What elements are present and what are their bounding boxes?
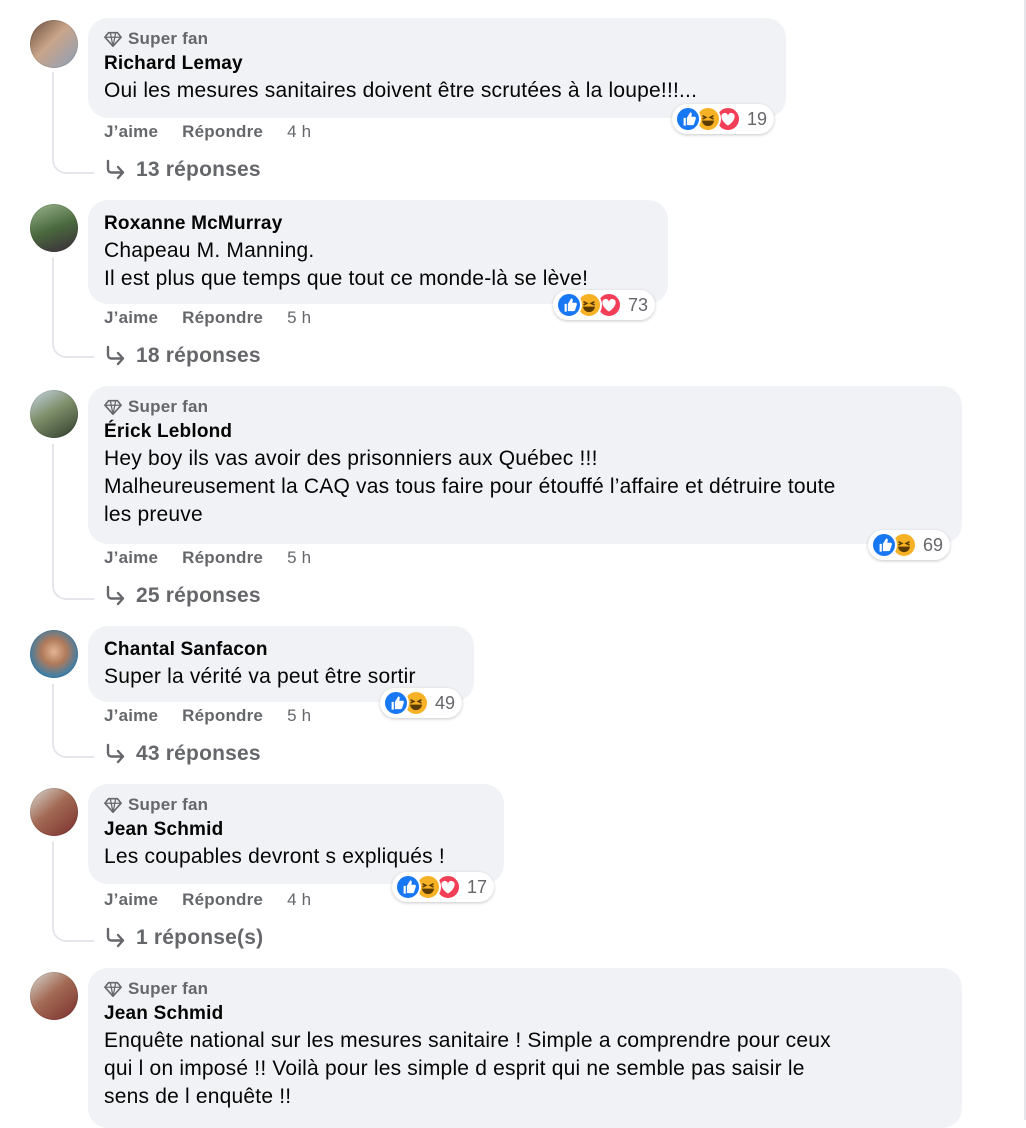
diamond-icon	[104, 981, 122, 998]
comment-time[interactable]: 5 h	[287, 706, 311, 726]
comment-text: Chapeau M. Manning. Il est plus que temp…	[104, 239, 589, 290]
reaction-summary[interactable]: 19	[672, 104, 775, 134]
comment-time[interactable]: 5 h	[287, 308, 311, 328]
like-reaction-icon	[395, 874, 421, 900]
comment-bubble: Roxanne McMurray Chapeau M. Manning. Il …	[88, 200, 668, 304]
replies-count: 1 réponse(s)	[136, 926, 264, 949]
comment-bubble: Super fan Jean Schmid Enquête national s…	[88, 968, 962, 1128]
reply-arrow-icon	[106, 585, 125, 606]
comment-actions: J’aime Répondre 5 h	[104, 706, 311, 726]
author-name[interactable]: Chantal Sanfacon	[104, 637, 458, 663]
avatar[interactable]	[30, 20, 78, 68]
comment-bubble: Super fan Érick Leblond Hey boy ils vas …	[88, 386, 962, 544]
like-reaction-icon	[871, 532, 897, 558]
reply-arrow-icon	[106, 159, 125, 180]
view-replies-link[interactable]: 18 réponses	[104, 344, 261, 368]
comment-text: Enquête national sur les mesures sanitai…	[104, 1029, 831, 1108]
avatar[interactable]	[30, 788, 78, 836]
view-replies-link[interactable]: 1 réponse(s)	[104, 926, 263, 950]
like-reaction-icon	[556, 292, 582, 318]
reaction-count: 69	[923, 534, 944, 555]
comment-bubble: Super fan Jean Schmid Les coupables devr…	[88, 784, 504, 884]
view-replies-link[interactable]: 13 réponses	[104, 158, 261, 182]
replies-count: 25 réponses	[136, 584, 261, 607]
super-fan-badge: Super fan	[104, 27, 770, 51]
comment-text: Super la vérité va peut être sortir	[104, 665, 416, 688]
reply-arrow-icon	[106, 345, 125, 366]
reaction-summary[interactable]: 49	[380, 688, 463, 718]
badge-label: Super fan	[128, 795, 209, 814]
reply-button[interactable]: Répondre	[182, 890, 263, 910]
reply-button[interactable]: Répondre	[182, 122, 263, 142]
avatar[interactable]	[30, 972, 78, 1020]
super-fan-badge: Super fan	[104, 793, 488, 817]
comment: Roxanne McMurray Chapeau M. Manning. Il …	[0, 200, 1020, 370]
badge-label: Super fan	[128, 29, 209, 48]
reaction-summary[interactable]: 69	[868, 530, 951, 560]
author-name[interactable]: Jean Schmid	[104, 1001, 946, 1027]
comment-actions: J’aime Répondre 4 h	[104, 122, 311, 142]
diamond-icon	[104, 399, 122, 416]
reaction-count: 17	[467, 876, 488, 897]
comment-time[interactable]: 5 h	[287, 548, 311, 568]
comment: Super fan Érick Leblond Hey boy ils vas …	[0, 386, 1020, 616]
comment: Super fan Jean Schmid Les coupables devr…	[0, 784, 1020, 954]
reply-button[interactable]: Répondre	[182, 548, 263, 568]
comment-text: Hey boy ils vas avoir des prisonniers au…	[104, 447, 836, 526]
replies-count: 18 réponses	[136, 344, 261, 367]
reply-button[interactable]: Répondre	[182, 706, 263, 726]
view-replies-link[interactable]: 25 réponses	[104, 584, 261, 608]
reply-button[interactable]: Répondre	[182, 308, 263, 328]
author-name[interactable]: Richard Lemay	[104, 51, 770, 77]
author-name[interactable]: Roxanne McMurray	[104, 211, 652, 237]
diamond-icon	[104, 797, 122, 814]
like-button[interactable]: J’aime	[104, 890, 158, 910]
comment-actions: J’aime Répondre 5 h	[104, 548, 311, 568]
avatar[interactable]	[30, 390, 78, 438]
avatar[interactable]	[30, 630, 78, 678]
reaction-count: 49	[435, 692, 456, 713]
author-name[interactable]: Jean Schmid	[104, 817, 488, 843]
like-reaction-icon	[675, 106, 701, 132]
reply-arrow-icon	[106, 743, 125, 764]
avatar[interactable]	[30, 204, 78, 252]
comment-time[interactable]: 4 h	[287, 122, 311, 142]
thread-line	[52, 684, 94, 758]
badge-label: Super fan	[128, 397, 209, 416]
super-fan-badge: Super fan	[104, 977, 946, 1001]
comment-text: Oui les mesures sanitaires doivent être …	[104, 79, 698, 102]
replies-count: 13 réponses	[136, 158, 261, 181]
reply-arrow-icon	[106, 927, 125, 948]
comment-actions: J’aime Répondre 5 h	[104, 308, 311, 328]
comment-actions: J’aime Répondre 4 h	[104, 890, 311, 910]
like-button[interactable]: J’aime	[104, 706, 158, 726]
reaction-summary[interactable]: 73	[553, 290, 656, 320]
reaction-count: 73	[628, 294, 649, 315]
comment-bubble: Super fan Richard Lemay Oui les mesures …	[88, 18, 786, 118]
like-button[interactable]: J’aime	[104, 308, 158, 328]
comment: Super fan Richard Lemay Oui les mesures …	[0, 18, 1020, 188]
super-fan-badge: Super fan	[104, 395, 946, 419]
comment: Chantal Sanfacon Super la vérité va peut…	[0, 626, 1020, 776]
view-replies-link[interactable]: 43 réponses	[104, 742, 261, 766]
like-reaction-icon	[383, 690, 409, 716]
diamond-icon	[104, 31, 122, 48]
like-button[interactable]: J’aime	[104, 122, 158, 142]
comment-text: Les coupables devront s expliqués !	[104, 845, 445, 868]
replies-count: 43 réponses	[136, 742, 261, 765]
author-name[interactable]: Érick Leblond	[104, 419, 946, 445]
like-button[interactable]: J’aime	[104, 548, 158, 568]
reaction-summary[interactable]: 17	[392, 872, 495, 902]
badge-label: Super fan	[128, 979, 209, 998]
comment-time[interactable]: 4 h	[287, 890, 311, 910]
comment: Super fan Jean Schmid Enquête national s…	[0, 968, 1020, 1128]
reaction-count: 19	[747, 108, 768, 129]
